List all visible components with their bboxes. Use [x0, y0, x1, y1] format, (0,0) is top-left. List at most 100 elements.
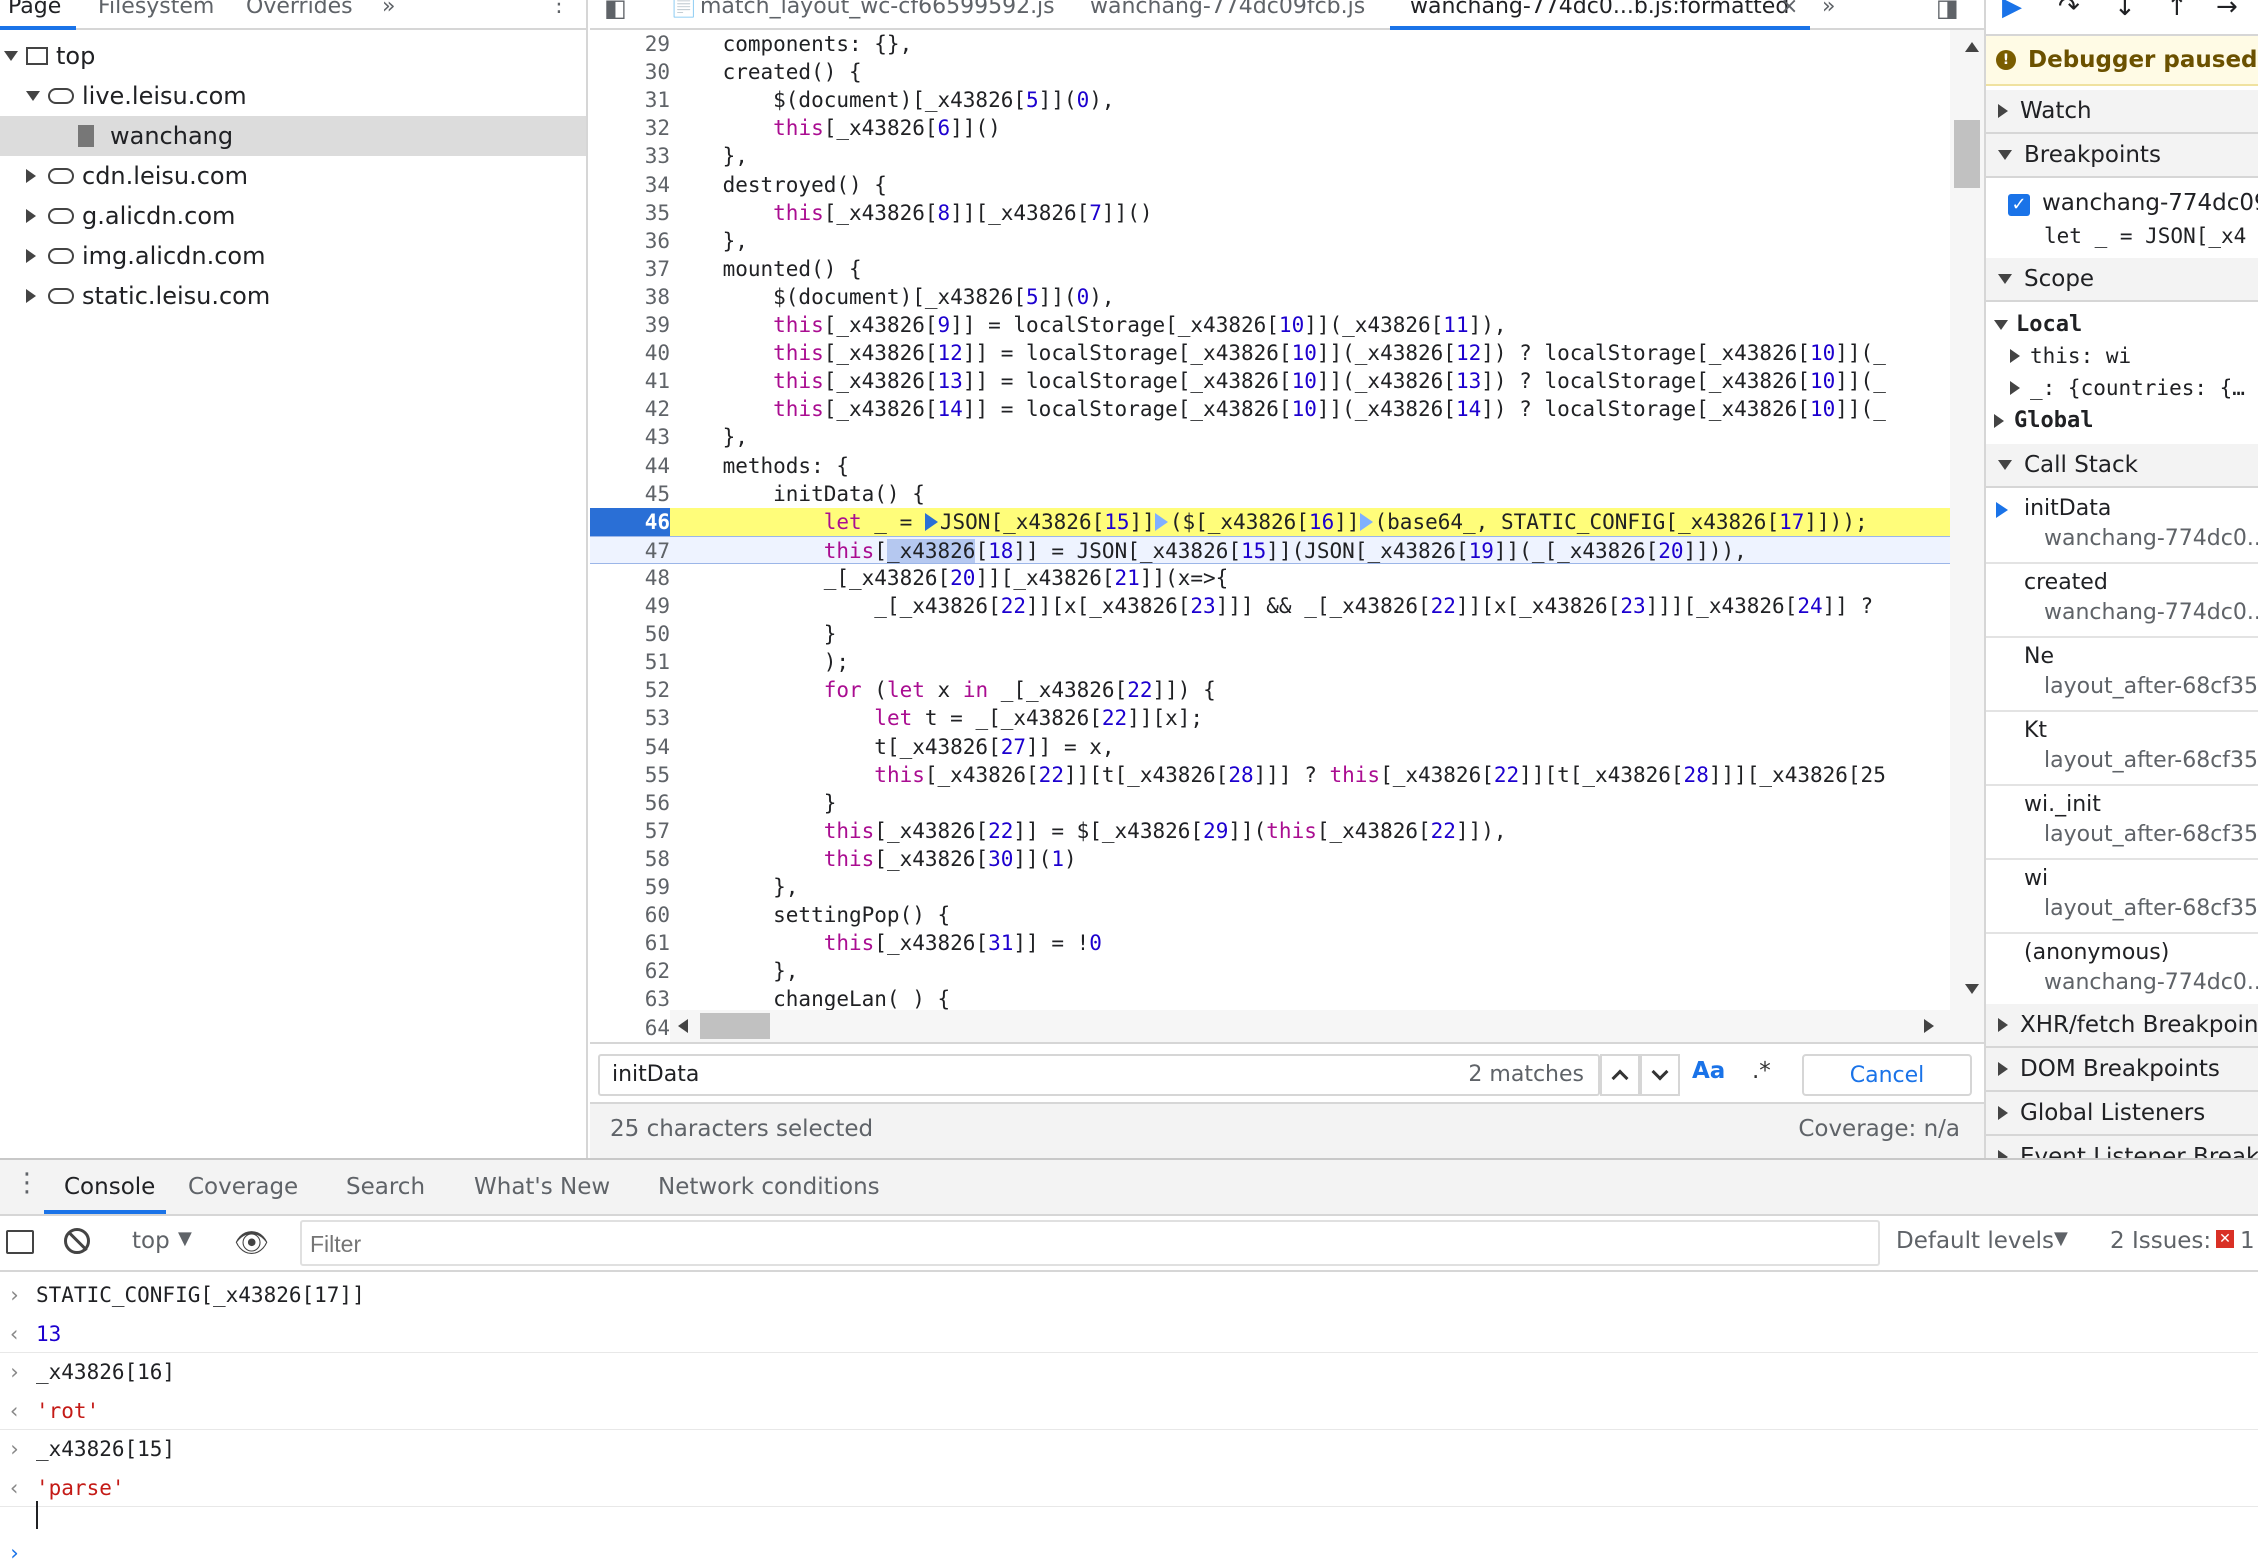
call-stack-section-header[interactable]: Call Stack [1986, 444, 2258, 488]
line-number[interactable]: 55 [590, 761, 670, 789]
tree-item[interactable]: img.alicdn.com [0, 236, 586, 276]
code-line[interactable]: 58 this[_x43826[30]](1) [590, 845, 1950, 873]
code-line[interactable]: 30 created() { [590, 58, 1950, 86]
line-number[interactable]: 52 [590, 676, 670, 704]
tab-network-conditions[interactable]: Network conditions [658, 1174, 880, 1200]
code-line[interactable]: 32 this[_x43826[6]]() [590, 114, 1950, 142]
line-number[interactable]: 46 [590, 507, 670, 536]
code-line[interactable]: 54 t[_x43826[27]] = x, [590, 733, 1950, 761]
close-tab-icon[interactable]: × [1780, 0, 1798, 19]
event-listener-breakpoints-header[interactable]: Event Listener Breakpo [1986, 1136, 2258, 1158]
line-number[interactable]: 48 [590, 564, 670, 592]
call-frame[interactable]: wi._init layout_after-68cf35 [1986, 786, 2258, 860]
watch-section-header[interactable]: Watch [1986, 90, 2258, 134]
code-line[interactable]: 39 this[_x43826[9]] = localStorage[_x438… [590, 311, 1950, 339]
tree-item[interactable]: static.leisu.com [0, 276, 586, 316]
context-selector[interactable]: top [132, 1228, 170, 1254]
step-out-icon[interactable]: ↑ [2166, 0, 2188, 22]
line-number[interactable]: 61 [590, 929, 670, 957]
step-icon[interactable]: → [2216, 0, 2238, 22]
regex-button[interactable]: .* [1752, 1058, 1771, 1084]
code-line[interactable]: 33 }, [590, 142, 1950, 170]
tree-item[interactable]: wanchang [0, 116, 586, 156]
scroll-down-icon[interactable] [1965, 984, 1979, 994]
line-number[interactable]: 37 [590, 255, 670, 283]
line-number[interactable]: 38 [590, 283, 670, 311]
line-number[interactable]: 64 [590, 1014, 670, 1042]
line-number[interactable]: 47 [590, 537, 670, 565]
line-number[interactable]: 39 [590, 311, 670, 339]
collapse-icon[interactable] [4, 51, 18, 61]
sidebar-toggle-icon[interactable] [6, 1230, 34, 1254]
dom-breakpoints-header[interactable]: DOM Breakpoints [1986, 1048, 2258, 1092]
breakpoints-section-header[interactable]: Breakpoints [1986, 134, 2258, 178]
issues-label[interactable]: 2 Issues: [2110, 1228, 2211, 1254]
code-line[interactable]: 57 this[_x43826[22]] = $[_x43826[29]](th… [590, 817, 1950, 845]
line-number[interactable]: 45 [590, 480, 670, 508]
call-frame[interactable]: created wanchang-774dc0... [1986, 564, 2258, 638]
code-line[interactable]: 45 initData() { [590, 480, 1950, 508]
tree-item[interactable]: g.alicdn.com [0, 196, 586, 236]
editor-tab-match-layout[interactable]: match_layout_wc-cf66599592.js [700, 0, 1055, 19]
code-line[interactable]: 62 }, [590, 957, 1950, 985]
code-line[interactable]: 42 this[_x43826[14]] = localStorage[_x43… [590, 395, 1950, 423]
line-number[interactable]: 58 [590, 845, 670, 873]
tree-item[interactable]: top [0, 36, 586, 76]
global-listeners-header[interactable]: Global Listeners [1986, 1092, 2258, 1136]
find-input[interactable]: initData [612, 1062, 699, 1087]
scope-section-header[interactable]: Scope [1986, 258, 2258, 302]
line-number[interactable]: 42 [590, 395, 670, 423]
scope-global[interactable]: Global [1994, 408, 2093, 433]
console-input-line[interactable]: › _x43826[15] [0, 1430, 2258, 1468]
console-input-line[interactable]: › _x43826[16] [0, 1353, 2258, 1391]
console-input-line[interactable]: › STATIC_CONFIG[_x43826[17]] [0, 1276, 2258, 1314]
line-number[interactable]: 63 [590, 985, 670, 1013]
cancel-search-button[interactable]: Cancel [1802, 1054, 1972, 1096]
collapse-icon[interactable] [26, 91, 40, 101]
clear-console-icon[interactable] [64, 1228, 90, 1254]
current-code-line[interactable]: 47 this[_x43826[18]] = JSON[_x43826[15]]… [590, 535, 1950, 565]
next-match-button[interactable] [1640, 1054, 1680, 1096]
log-levels-dropdown[interactable]: Default levels [1896, 1228, 2054, 1254]
tree-item[interactable]: live.leisu.com [0, 76, 586, 116]
expand-icon[interactable] [26, 249, 36, 263]
paused-code-line[interactable]: 46 let _ = JSON[_x43826[15]] ($[_x43826[1… [590, 507, 1950, 536]
line-number[interactable]: 44 [590, 452, 670, 480]
code-line[interactable]: 35 this[_x43826[8]][_x43826[7]]() [590, 199, 1950, 227]
console-result-line[interactable]: ‹ 'rot' [0, 1392, 2258, 1430]
tab-whats-new[interactable]: What's New [474, 1174, 610, 1200]
line-number[interactable]: 59 [590, 873, 670, 901]
line-number[interactable]: 31 [590, 86, 670, 114]
more-tabs-icon[interactable]: » [1822, 0, 1835, 19]
editor-tab-wanchang[interactable]: wanchang-774dc09fcb.js [1090, 0, 1365, 19]
code-line[interactable]: 49 _[_x43826[22]][x[_x43826[23]]] && _[_… [590, 592, 1950, 620]
scope-this[interactable]: this: wi [2010, 344, 2131, 368]
toggle-navigator-icon[interactable]: ◧ [604, 0, 627, 22]
code-line[interactable]: 61 this[_x43826[31]] = !0 [590, 929, 1950, 957]
tab-page[interactable]: Page [8, 0, 61, 19]
toggle-debugger-icon[interactable]: ◨ [1936, 0, 1959, 22]
tab-coverage[interactable]: Coverage [188, 1174, 298, 1200]
kebab-menu-icon[interactable]: ⋮ [548, 0, 570, 17]
call-frame[interactable]: (anonymous) wanchang-774dc0...j [1986, 934, 2258, 1008]
tree-item[interactable]: cdn.leisu.com [0, 156, 586, 196]
code-line[interactable]: 51 ); [590, 648, 1950, 676]
line-number[interactable]: 36 [590, 227, 670, 255]
code-line[interactable]: 41 this[_x43826[13]] = localStorage[_x43… [590, 367, 1950, 395]
breakpoint-file[interactable]: wanchang-774dc09f [2042, 190, 2258, 216]
line-number[interactable]: 35 [590, 199, 670, 227]
line-number[interactable]: 41 [590, 367, 670, 395]
dropdown-icon[interactable]: ▼ [2054, 1228, 2068, 1249]
code-line[interactable]: 40 this[_x43826[12]] = localStorage[_x43… [590, 339, 1950, 367]
code-line[interactable]: 44 methods: { [590, 452, 1950, 480]
find-input-box[interactable]: initData 2 matches [598, 1054, 1600, 1096]
code-line[interactable]: 60 settingPop() { [590, 901, 1950, 929]
call-frame[interactable]: wi layout_after-68cf35 [1986, 860, 2258, 934]
xhr-breakpoints-header[interactable]: XHR/fetch Breakpoints [1986, 1004, 2258, 1048]
scope-underscore[interactable]: _: {countries: {… [2010, 376, 2245, 400]
call-frame[interactable]: Ne layout_after-68cf35 [1986, 638, 2258, 712]
line-number[interactable]: 50 [590, 620, 670, 648]
line-number[interactable]: 33 [590, 142, 670, 170]
step-into-icon[interactable]: ↓ [2114, 0, 2136, 22]
line-number[interactable]: 54 [590, 733, 670, 761]
